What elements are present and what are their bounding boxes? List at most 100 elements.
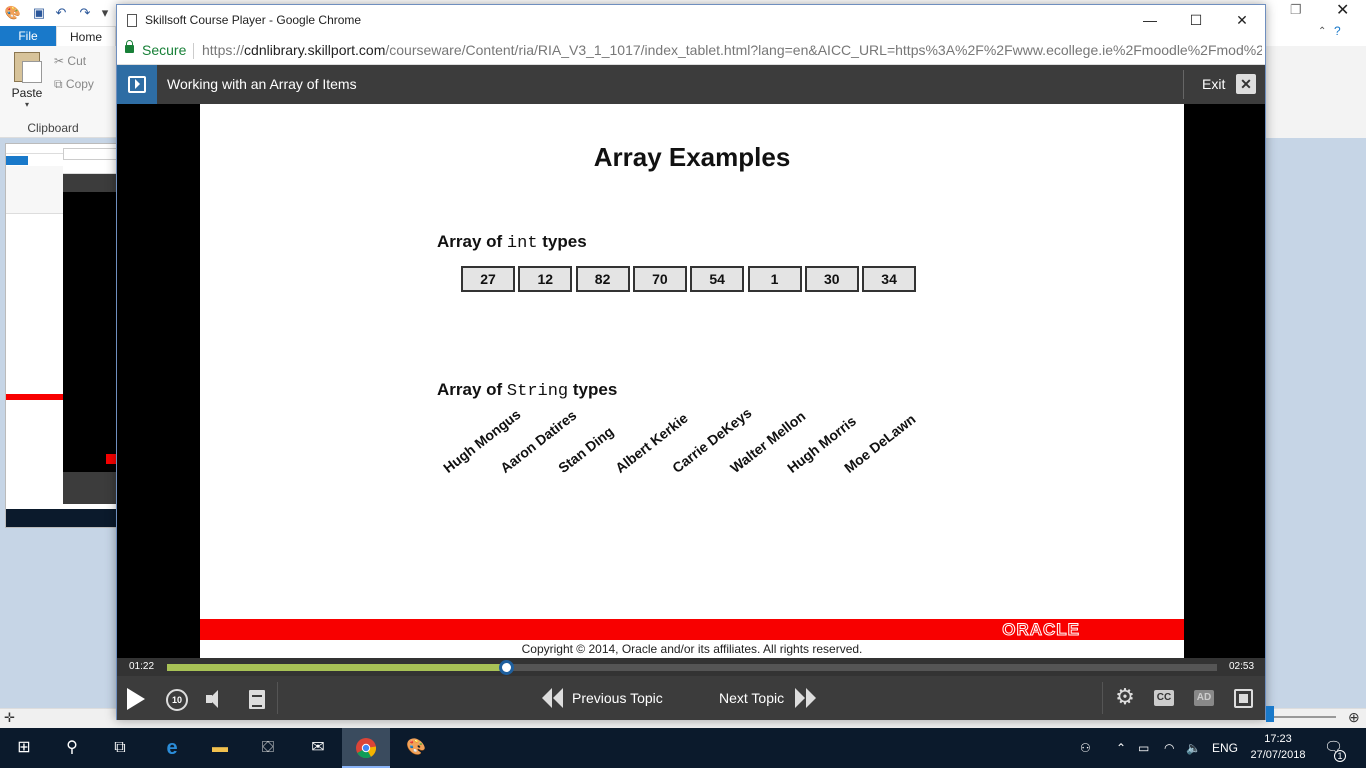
int-array-cell: 82: [575, 266, 630, 292]
int-array-cell: 70: [632, 266, 687, 292]
zoom-slider-track[interactable]: [1266, 716, 1336, 718]
tab-file[interactable]: File: [0, 26, 56, 46]
speaker-icon[interactable]: 🔈: [1186, 728, 1201, 768]
lock-icon: [125, 40, 134, 53]
time-elapsed: 01:22: [129, 661, 155, 672]
clock-time: 17:23: [1264, 733, 1292, 745]
exit-label[interactable]: Exit: [1202, 76, 1225, 92]
fullscreen-icon[interactable]: [1234, 689, 1253, 708]
heading-code: String: [506, 382, 569, 401]
restore-icon[interactable]: ❐: [1290, 2, 1302, 18]
url-host: cdnlibrary.skillport.com: [244, 42, 386, 58]
help-icon[interactable]: ?: [1334, 24, 1341, 38]
chrome-window: Skillsoft Course Player - Google Chrome …: [116, 4, 1266, 720]
audio-description-button[interactable]: AD: [1194, 690, 1214, 706]
int-array-cell: 12: [518, 266, 573, 292]
background-window-controls: ❐ ✕ ? ⌃: [1266, 0, 1366, 46]
save-icon[interactable]: ▣: [30, 4, 48, 22]
close-icon[interactable]: ✕: [1219, 5, 1265, 35]
people-icon[interactable]: ⚇: [1080, 728, 1091, 768]
paint-taskbar-icon[interactable]: 🎨: [392, 728, 440, 768]
next-topic-button[interactable]: Next Topic: [719, 690, 784, 706]
windows-start-icon[interactable]: ⊞: [0, 728, 48, 768]
language-indicator[interactable]: ENG: [1212, 728, 1238, 768]
clipboard-group-label: Clipboard: [27, 121, 79, 135]
string-array-heading: Array of String types: [437, 380, 617, 401]
header-divider: [1183, 70, 1184, 99]
url-scheme: https://: [202, 42, 245, 58]
url-path: /courseware/Content/ria/RIA_V3_1_1017/in…: [385, 42, 1262, 58]
previous-topic-button[interactable]: Previous Topic: [572, 690, 663, 706]
secure-label: Secure: [142, 42, 187, 58]
clock[interactable]: 17:23 27/07/2018: [1248, 731, 1308, 763]
copy-icon: ⧉: [54, 77, 63, 91]
chrome-titlebar: Skillsoft Course Player - Google Chrome …: [117, 5, 1265, 35]
redo-icon[interactable]: ↷: [76, 4, 94, 22]
maximize-icon[interactable]: ☐: [1173, 5, 1219, 35]
edge-icon[interactable]: e: [148, 728, 196, 768]
slide-viewport: Array Examples Array of int types 27 12 82…: [117, 104, 1265, 658]
menu-toggle-button[interactable]: [117, 65, 157, 104]
cut-button[interactable]: ✂ Cut: [54, 53, 86, 69]
store-icon[interactable]: ⛋: [244, 728, 292, 768]
settings-gear-icon[interactable]: ⚙: [1114, 686, 1136, 708]
action-center-icon[interactable]: 🗨: [1324, 728, 1343, 768]
app-icon: 🎨: [4, 5, 22, 20]
volume-icon[interactable]: [206, 690, 228, 708]
int-array-cell: 34: [862, 266, 917, 292]
address-separator: [193, 43, 194, 59]
lesson-title: Working with an Array of Items: [167, 76, 357, 92]
minimize-icon[interactable]: —: [1127, 5, 1173, 35]
scissors-icon: ✂: [54, 54, 65, 68]
rewind-10-icon[interactable]: 10: [166, 689, 188, 711]
transcript-icon[interactable]: [249, 690, 265, 709]
play-icon[interactable]: [127, 688, 145, 710]
previous-topic-icon[interactable]: [542, 688, 564, 708]
close-icon[interactable]: ✕: [1336, 0, 1349, 20]
url-text[interactable]: https://cdnlibrary.skillport.com/coursew…: [202, 42, 1262, 58]
undo-icon[interactable]: ↶: [52, 4, 70, 22]
search-icon[interactable]: ⚲: [48, 728, 96, 768]
paste-label: Paste: [11, 86, 43, 100]
heading-suffix: types: [537, 232, 587, 251]
progress-fill: [167, 664, 507, 671]
next-topic-icon[interactable]: [795, 688, 817, 708]
tab-home[interactable]: Home: [56, 26, 116, 46]
slide-title: Array Examples: [593, 142, 791, 172]
paste-dropdown-icon: ▾: [24, 100, 29, 109]
heading-prefix: Array of: [437, 232, 507, 251]
int-array-cell: 30: [804, 266, 859, 292]
ribbon-collapse-icon[interactable]: ⌃: [1318, 26, 1326, 37]
int-array-heading: Array of int types: [437, 232, 587, 253]
paste-button[interactable]: Paste ▾: [6, 52, 48, 112]
progress-knob[interactable]: [499, 660, 515, 675]
page-icon: [127, 14, 137, 27]
player-controls: 10 Previous Topic Next Topic ⚙ CC AD: [117, 676, 1265, 720]
sidebar-toggle-icon: [128, 76, 146, 93]
slide: Array Examples Array of int types 27 12 82…: [200, 104, 1184, 658]
progress-track[interactable]: [167, 660, 1217, 675]
zoom-in-icon[interactable]: ⊕: [1348, 709, 1360, 726]
task-view-icon[interactable]: ⧉: [96, 728, 144, 768]
clipboard-icon: [14, 52, 42, 83]
player-header: Working with an Array of Items Exit ✕: [117, 65, 1265, 104]
int-array-cell: 1: [747, 266, 802, 292]
move-icon: ✛: [4, 710, 15, 725]
controls-divider: [1102, 682, 1103, 714]
chrome-logo-icon: [356, 738, 377, 759]
qat-dropdown-icon[interactable]: ▾: [96, 4, 114, 22]
wifi-icon[interactable]: ◠: [1164, 728, 1174, 768]
file-explorer-icon[interactable]: ▬: [196, 728, 244, 768]
copy-button[interactable]: ⧉ Copy: [54, 76, 94, 92]
clock-date: 27/07/2018: [1250, 749, 1306, 761]
address-bar[interactable]: Secure https://cdnlibrary.skillport.com/…: [117, 35, 1265, 65]
ribbon-tabs: File Home: [0, 26, 116, 46]
mail-icon[interactable]: ✉: [294, 728, 342, 768]
chrome-taskbar-icon[interactable]: [342, 728, 390, 768]
zoom-slider-thumb[interactable]: [1266, 706, 1274, 722]
closed-captions-button[interactable]: CC: [1154, 690, 1174, 706]
int-array-cell: 54: [690, 266, 745, 292]
exit-close-icon[interactable]: ✕: [1236, 74, 1256, 94]
battery-icon[interactable]: ▭: [1138, 728, 1149, 768]
show-hidden-icons[interactable]: ⌃: [1116, 728, 1126, 768]
